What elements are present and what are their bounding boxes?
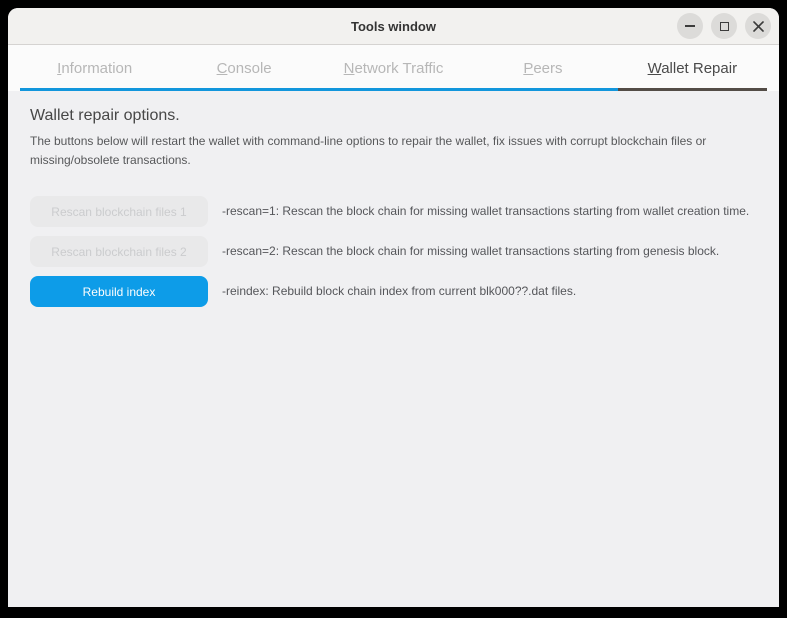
intro-text: The buttons below will restart the walle… <box>30 134 707 168</box>
tab-label: Wallet Repair <box>647 60 738 77</box>
rescan-2-row: Rescan blockchain files 2 -rescan=2: Res… <box>30 236 757 268</box>
tab-label: Network Traffic <box>343 60 444 77</box>
tab-wallet-repair[interactable]: Wallet Repair <box>617 45 768 91</box>
rescan-blockchain-2-button[interactable]: Rescan blockchain files 2 <box>30 236 208 268</box>
rebuild-index-button[interactable]: Rebuild index <box>30 276 208 308</box>
minimize-icon <box>685 25 695 27</box>
maximize-icon <box>719 21 729 31</box>
window-controls <box>677 8 771 44</box>
rebuild-index-description: -reindex: Rebuild block chain index from… <box>222 284 577 299</box>
tab-bar: Information Console Network Traffic Peer… <box>8 45 779 91</box>
close-icon <box>752 20 764 32</box>
wallet-repair-panel: Wallet repair options. The buttons below… <box>8 91 779 308</box>
repair-actions: Rescan blockchain files 1 -rescan=1: Res… <box>30 196 757 308</box>
tab-console[interactable]: Console <box>169 45 319 91</box>
minimize-button[interactable] <box>677 13 703 39</box>
tab-label: Peers <box>523 60 563 77</box>
titlebar: Tools window <box>8 8 779 45</box>
tab-label: Information <box>57 60 133 77</box>
page-title: Wallet repair options. <box>30 107 180 124</box>
tab-network-traffic[interactable]: Network Traffic <box>318 45 469 91</box>
tab-peers[interactable]: Peers <box>468 45 618 91</box>
maximize-button[interactable] <box>711 13 737 39</box>
tab-information[interactable]: Information <box>20 45 170 91</box>
window-title: Tools window <box>351 18 436 34</box>
tab-label: Console <box>216 60 272 77</box>
rescan-blockchain-1-button[interactable]: Rescan blockchain files 1 <box>30 196 208 228</box>
rebuild-index-row: Rebuild index -reindex: Rebuild block ch… <box>30 276 757 308</box>
close-button[interactable] <box>745 13 771 39</box>
rescan-1-row: Rescan blockchain files 1 -rescan=1: Res… <box>30 196 757 228</box>
rescan-1-description: -rescan=1: Rescan the block chain for mi… <box>222 204 750 219</box>
tools-window: Tools window Information Console Network <box>8 8 779 607</box>
rescan-2-description: -rescan=2: Rescan the block chain for mi… <box>222 244 720 259</box>
